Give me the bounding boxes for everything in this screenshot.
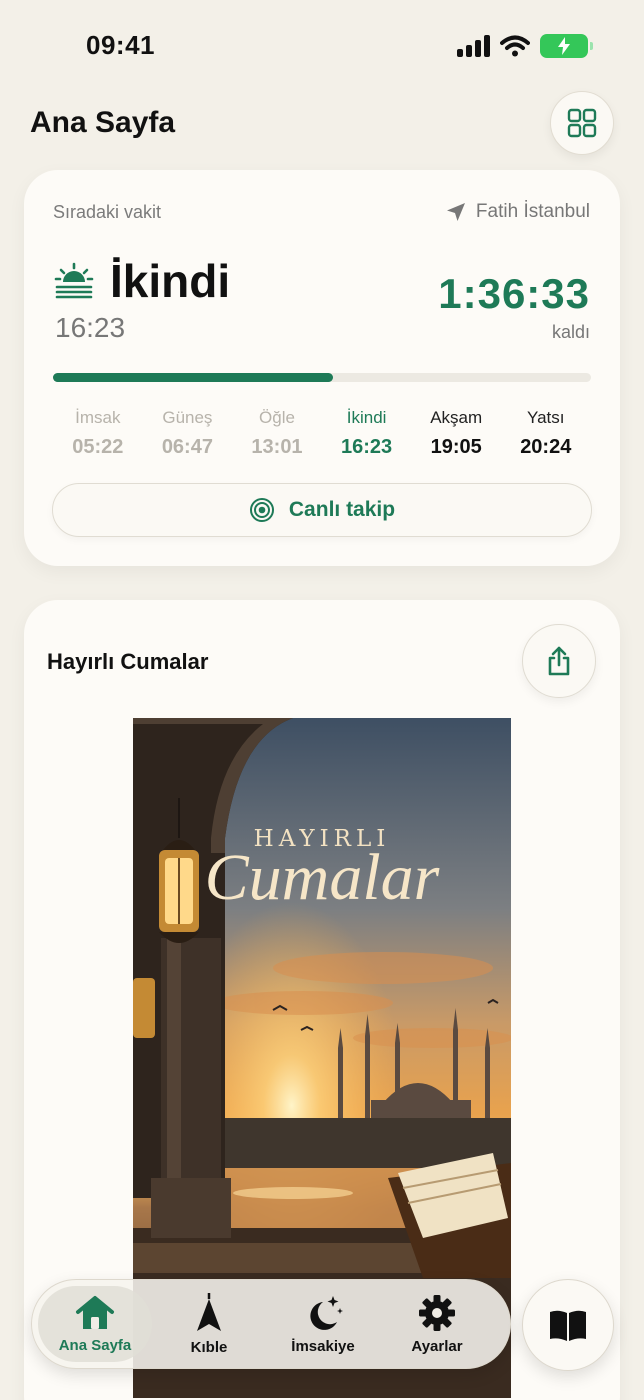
prayer-times-row: İmsak 05:22 Güneş 06:47 Öğle 13:01 İkindi 16:23… [53, 408, 591, 459]
prayer-time-1: Güneş 06:47 [143, 408, 233, 459]
nav-label-home: Ana Sayfa [58, 1336, 132, 1354]
nav-label-settings: Ayarlar [411, 1337, 463, 1355]
location[interactable]: Fatih İstanbul [446, 201, 590, 223]
prayer-time-3: İkindi 16:23 [322, 408, 412, 459]
quran-button[interactable] [522, 1279, 614, 1371]
progress-track [53, 373, 591, 382]
status-bar: 09:41 [0, 0, 644, 90]
image-text-big: Cumalar [204, 841, 440, 914]
progress-fill [53, 373, 333, 382]
moon-stars-icon [310, 1295, 343, 1330]
prayer-time-value: 06:47 [161, 436, 213, 458]
location-arrow-icon [446, 203, 465, 221]
status-icons [457, 34, 593, 58]
nav-label-imsakiye: İmsakiye [291, 1337, 355, 1355]
prayer-time-0: İmsak 05:22 [53, 408, 143, 459]
live-radar-icon [249, 498, 274, 522]
status-time: 09:41 [86, 30, 155, 60]
prayer-time-name: İmsak [75, 408, 121, 427]
home-icon [76, 1295, 114, 1329]
grid-menu-button[interactable] [550, 91, 614, 155]
sunset-icon [54, 262, 94, 299]
prayer-time-5: Yatsı 20:24 [501, 408, 591, 459]
prayer-time-name: Güneş [162, 408, 213, 427]
nav-item-qibla[interactable]: Kıble [152, 1286, 266, 1362]
prayer-time-name: Akşam [430, 408, 483, 427]
nav-item-home[interactable]: Ana Sayfa [38, 1286, 152, 1362]
prayer-time-value: 13:01 [251, 436, 303, 458]
next-prayer-label: Sıradaki vakit [53, 202, 162, 222]
gear-icon [419, 1294, 455, 1331]
prayer-time-value: 16:23 [341, 436, 393, 458]
countdown-timer: 1:36:33 [438, 270, 590, 317]
prayer-time-value: 20:24 [520, 436, 572, 458]
prayer-time-4: Akşam 19:05 [411, 408, 501, 459]
live-tracking-button[interactable]: Canlı takip [52, 483, 592, 537]
bottom-navigation: Ana Sayfa Kıble İmsakiye Ayarlar [31, 1279, 511, 1369]
remaining-label: kaldı [551, 322, 590, 342]
current-prayer-time: 16:23 [55, 312, 126, 343]
prayer-time-2: Öğle 13:01 [232, 408, 322, 459]
share-icon [548, 646, 570, 676]
share-button[interactable] [522, 624, 596, 698]
live-tracking-label: Canlı takip [288, 498, 396, 521]
grid-icon [567, 108, 597, 138]
greeting-title: Hayırlı Cumalar [47, 649, 209, 674]
current-prayer-name: İkindi [110, 255, 231, 307]
battery-icon [540, 34, 593, 58]
cellular-signal-icon [457, 35, 490, 57]
book-icon [550, 1310, 586, 1341]
nav-item-settings[interactable]: Ayarlar [380, 1286, 494, 1362]
prayer-time-name: Öğle [259, 408, 295, 427]
nav-item-imsakiye[interactable]: İmsakiye [266, 1286, 380, 1362]
nav-label-qibla: Kıble [190, 1338, 228, 1356]
current-prayer-row: İkindi [54, 254, 230, 308]
prayer-time-value: 19:05 [430, 436, 482, 458]
location-label: Fatih İstanbul [475, 201, 590, 222]
prayer-time-name: İkindi [346, 408, 387, 427]
prayer-time-name: Yatsı [527, 408, 565, 427]
qibla-icon [197, 1292, 221, 1331]
next-prayer-card: Sıradaki vakit Fatih İstanbul İkindi 16:… [24, 170, 620, 566]
prayer-time-value: 05:22 [72, 436, 124, 458]
wifi-icon [500, 35, 530, 57]
page-title: Ana Sayfa [30, 106, 176, 139]
